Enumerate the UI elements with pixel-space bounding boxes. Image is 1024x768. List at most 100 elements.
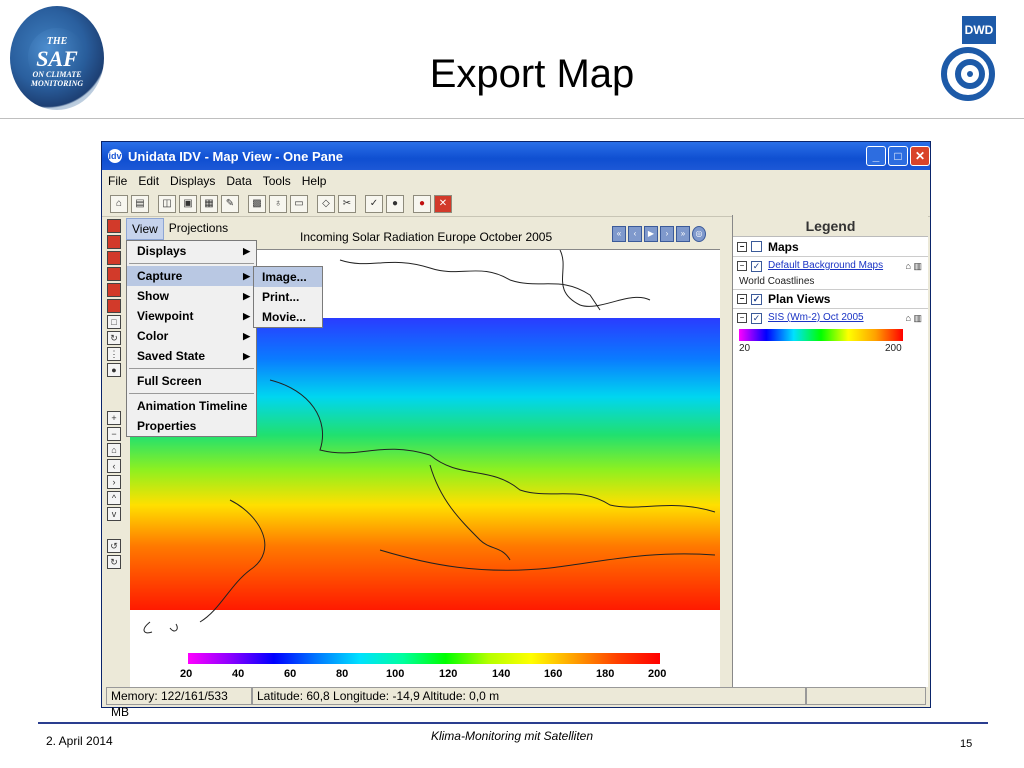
- collapse-icon[interactable]: −: [737, 261, 747, 271]
- menu-item-animation-timeline[interactable]: Animation Timeline: [127, 396, 256, 416]
- undo-icon[interactable]: ↺: [107, 539, 121, 553]
- colorbar-label: 140: [492, 668, 511, 680]
- play-icon[interactable]: ▶: [644, 226, 658, 242]
- display-icon[interactable]: ▭: [290, 194, 308, 213]
- bulb-icon[interactable]: ♁: [269, 194, 287, 213]
- tab-projections[interactable]: Projections: [164, 218, 233, 240]
- menu-item-viewpoint[interactable]: Viewpoint ▶: [127, 306, 256, 326]
- stop-icon[interactable]: ✕: [434, 194, 452, 213]
- submenu-arrow-icon: ▶: [243, 331, 250, 341]
- rotate-icon[interactable]: ↻: [107, 331, 121, 345]
- view-south-icon[interactable]: [107, 299, 121, 313]
- collapse-icon[interactable]: −: [737, 313, 747, 323]
- position-readout: Latitude: 60,8 Longitude: -14,9 Altitude…: [252, 687, 806, 705]
- menu-data[interactable]: Data: [226, 174, 251, 188]
- vertical-scale-icon[interactable]: ⋮: [107, 347, 121, 361]
- legend-item-background-maps[interactable]: − ✓ Default Background Maps ⌂ ▥: [733, 257, 928, 275]
- maps-checkbox[interactable]: [751, 241, 762, 252]
- visibility-checkbox[interactable]: ✓: [751, 260, 762, 272]
- pan-right-icon[interactable]: ›: [107, 475, 121, 489]
- memory-status: Memory: 122/161/533 MB: [106, 687, 252, 719]
- menu-item-image[interactable]: Image...: [254, 267, 322, 287]
- home-icon[interactable]: ⌂: [110, 194, 128, 213]
- view-east-icon[interactable]: [107, 283, 121, 297]
- data-source-icon[interactable]: ▩: [248, 194, 266, 213]
- submenu-arrow-icon: ▶: [243, 246, 250, 256]
- toolbar: ⌂ ▤ ◫ ▣ ▦ ✎ ▩ ♁ ▭ ◇ ✂ ✓ ● ● ✕: [102, 191, 930, 217]
- pan-up-icon[interactable]: ^: [107, 491, 121, 505]
- animation-settings-icon[interactable]: ◎: [692, 226, 706, 242]
- view-north-icon[interactable]: [107, 267, 121, 281]
- menu-help[interactable]: Help: [302, 174, 327, 188]
- open-icon[interactable]: ◫: [158, 194, 176, 213]
- step-back-icon[interactable]: ‹: [628, 226, 642, 242]
- new-document-icon[interactable]: ▤: [131, 194, 149, 213]
- view-top-icon[interactable]: [107, 235, 121, 249]
- plan-views-checkbox[interactable]: ✓: [751, 293, 762, 305]
- dwd-logo: DWD: [940, 16, 996, 102]
- menu-file[interactable]: File: [108, 174, 127, 188]
- menu-item-full-screen[interactable]: Full Screen: [127, 371, 256, 391]
- reset-view-icon[interactable]: ⌂: [107, 443, 121, 457]
- menu-item-saved-state[interactable]: Saved State ▶: [127, 346, 256, 366]
- eraser-icon[interactable]: ◇: [317, 194, 335, 213]
- view-bottom-icon[interactable]: [107, 251, 121, 265]
- menu-item-label: Capture: [137, 269, 183, 283]
- zoom-out-icon[interactable]: −: [107, 427, 121, 441]
- save-as-icon[interactable]: ▦: [200, 194, 218, 213]
- pan-left-icon[interactable]: ‹: [107, 459, 121, 473]
- legend-item-link[interactable]: Default Background Maps: [768, 257, 883, 275]
- menu-tools[interactable]: Tools: [263, 174, 291, 188]
- colorbar-label: 60: [284, 668, 297, 680]
- window-titlebar[interactable]: idv Unidata IDV - Map View - One Pane _ …: [102, 142, 930, 170]
- menu-item-print[interactable]: Print...: [254, 287, 322, 307]
- save-icon[interactable]: ▣: [179, 194, 197, 213]
- menu-displays[interactable]: Displays: [170, 174, 215, 188]
- collapse-icon[interactable]: −: [737, 241, 747, 252]
- legend-item-sis[interactable]: − ✓ SIS (Wm-2) Oct 2005 ⌂ ▥: [733, 309, 928, 327]
- maximize-button[interactable]: □: [888, 146, 908, 166]
- menu-item-show[interactable]: Show ▶: [127, 286, 256, 306]
- last-frame-icon[interactable]: »: [676, 226, 690, 242]
- menu-edit[interactable]: Edit: [138, 174, 159, 188]
- slide: THE SAF ON CLIMATE MONITORING Export Map…: [0, 0, 1024, 768]
- pan-down-icon[interactable]: v: [107, 507, 121, 521]
- legend-panel: Legend − Maps − ✓ Default Background Map…: [732, 215, 928, 687]
- legend-section-label: Maps: [768, 239, 799, 254]
- menu-item-color[interactable]: Color ▶: [127, 326, 256, 346]
- zoom-in-icon[interactable]: +: [107, 411, 121, 425]
- visibility-checkbox[interactable]: ✓: [751, 312, 762, 324]
- first-frame-icon[interactable]: «: [612, 226, 626, 242]
- edit-icon[interactable]: ✎: [221, 194, 239, 213]
- cut-icon[interactable]: ✂: [338, 194, 356, 213]
- lock-delete-icons[interactable]: ⌂ ▥: [906, 309, 922, 327]
- legend-section-maps[interactable]: − Maps: [733, 237, 928, 257]
- legend-section-plan-views[interactable]: − ✓ Plan Views: [733, 289, 928, 309]
- capture-submenu: Image... Print... Movie...: [253, 266, 323, 328]
- menu-item-properties[interactable]: Properties: [127, 416, 256, 436]
- redo-icon[interactable]: ↻: [107, 555, 121, 569]
- legend-colorbar-labels: 20 200: [733, 341, 928, 355]
- lock-delete-icons[interactable]: ⌂ ▥: [906, 257, 922, 275]
- legend-item-link[interactable]: SIS (Wm-2) Oct 2005: [768, 309, 864, 327]
- globe-view-icon[interactable]: ●: [107, 363, 121, 377]
- minimize-button[interactable]: _: [866, 146, 886, 166]
- record-icon[interactable]: ●: [413, 194, 431, 213]
- view-cube-icon[interactable]: [107, 219, 121, 233]
- collapse-icon[interactable]: −: [737, 294, 747, 304]
- colorbar-label: 20: [180, 668, 193, 680]
- globe-icon[interactable]: ●: [386, 194, 404, 213]
- check-icon[interactable]: ✓: [365, 194, 383, 213]
- step-forward-icon[interactable]: ›: [660, 226, 674, 242]
- status-extra: [806, 687, 926, 705]
- menu-item-displays[interactable]: Displays ▶: [127, 241, 256, 261]
- tab-view[interactable]: View: [126, 218, 164, 240]
- menu-item-movie[interactable]: Movie...: [254, 307, 322, 327]
- idv-window: idv Unidata IDV - Map View - One Pane _ …: [101, 141, 931, 719]
- menu-item-label: Show: [137, 289, 169, 303]
- close-button[interactable]: ✕: [910, 146, 930, 166]
- view-box-icon[interactable]: □: [107, 315, 121, 329]
- menu-item-label: Animation Timeline: [137, 399, 248, 413]
- submenu-arrow-icon: ▶: [243, 311, 250, 321]
- menu-item-capture[interactable]: Capture ▶: [127, 266, 256, 286]
